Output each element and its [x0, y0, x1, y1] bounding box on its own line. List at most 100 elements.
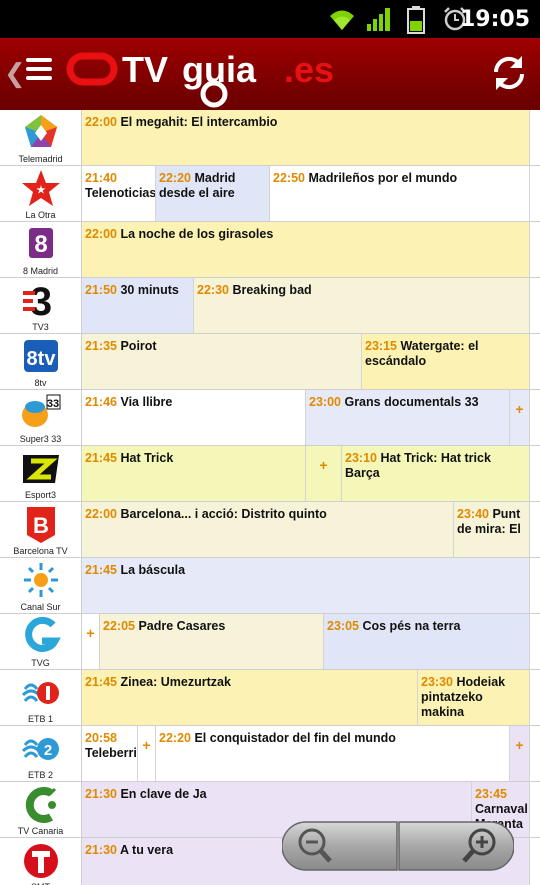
- program-cell[interactable]: 22:00 El megahit: El intercambio: [82, 110, 530, 165]
- channel-name: Super3 33: [19, 434, 62, 444]
- program-title: El megahit: El intercambio: [120, 115, 278, 129]
- program-cell[interactable]: 22:50 Madrileños por el mundo: [270, 166, 530, 221]
- program-time: 21:50: [85, 283, 117, 297]
- channel-logo-icon: [24, 844, 58, 878]
- program-cell[interactable]: 22:30 Breaking bad: [194, 278, 530, 333]
- channel-cell[interactable]: B Barcelona TV: [0, 502, 82, 557]
- svg-text:33: 33: [47, 398, 59, 410]
- program-time: 22:20: [159, 731, 191, 745]
- channel-cell[interactable]: SMT: [0, 838, 82, 885]
- program-time: 22:05: [103, 619, 135, 633]
- program-cell[interactable]: 22:05 Padre Casares: [100, 614, 324, 669]
- program-cell[interactable]: 22:20 El conquistador del fin del mundo: [156, 726, 510, 781]
- zoom-in-button[interactable]: [398, 821, 514, 871]
- zoom-control: [282, 821, 514, 871]
- back-icon[interactable]: ❮: [4, 58, 26, 89]
- program-time: 21:40: [85, 171, 117, 185]
- channel-cell[interactable]: 2 ETB 2: [0, 726, 82, 781]
- channel-cell[interactable]: 33 Super3 33: [0, 390, 82, 445]
- channel-cell[interactable]: 3 TV3: [0, 278, 82, 333]
- channel-logo-icon: [25, 115, 57, 147]
- channel-row: 33 Super3 33 21:46 Via llibre 23:00 Grans d…: [0, 390, 540, 446]
- channel-name: 8tv: [34, 378, 47, 388]
- battery-icon: [407, 6, 425, 34]
- program-time: 21:30: [85, 843, 117, 857]
- program-cell[interactable]: 23:05 Cos pés na terra: [324, 614, 530, 669]
- program-cell[interactable]: 20:58 Teleberri: [82, 726, 138, 781]
- program-cell[interactable]: 23:10 Hat Trick: Hat trick Barça: [342, 446, 530, 501]
- channel-cell[interactable]: Telemadrid: [0, 110, 82, 165]
- program-cell[interactable]: 21:45 La báscula: [82, 558, 530, 613]
- status-clock: 19:05: [459, 7, 530, 32]
- program-title: En clave de Ja: [120, 787, 207, 801]
- program-time: 22:50: [273, 171, 305, 185]
- more-programs-marker[interactable]: +: [82, 614, 100, 669]
- program-title: Madrileños por el mundo: [308, 171, 458, 185]
- channel-name: La Otra: [25, 210, 56, 220]
- program-title: Padre Casares: [138, 619, 226, 633]
- program-cell[interactable]: 21:45 Zinea: Umezurtzak: [82, 670, 418, 725]
- program-title: Cos pés na terra: [362, 619, 461, 633]
- program-title: La noche de los girasoles: [120, 227, 274, 241]
- channel-logo-icon: [25, 787, 57, 823]
- program-time: 21:45: [85, 675, 117, 689]
- program-title: La báscula: [120, 563, 186, 577]
- svg-text:B: B: [33, 513, 49, 538]
- channel-name: TV3: [32, 322, 49, 332]
- channel-row: ★ La Otra 21:40 Telenoticias 22:20 Madrid d…: [0, 166, 540, 222]
- program-cell[interactable]: 22:00 Barcelona... i acció: Distrito qui…: [82, 502, 454, 557]
- refresh-icon[interactable]: [488, 52, 530, 94]
- program-cell[interactable]: 23:30 Hodeiak pintatzeko makina: [418, 670, 530, 725]
- program-time: 22:00: [85, 227, 117, 241]
- channel-cell[interactable]: 8tv 8tv: [0, 334, 82, 389]
- program-cell[interactable]: 21:35 Poirot: [82, 334, 362, 389]
- menu-icon[interactable]: [26, 58, 52, 80]
- channel-name: ETB 1: [27, 714, 53, 724]
- program-title: El conquistador del fin del mundo: [194, 731, 396, 745]
- program-time: 22:30: [197, 283, 229, 297]
- program-time: 23:00: [309, 395, 341, 409]
- logo-text-tv: TV: [122, 49, 168, 90]
- channel-row: Telemadrid 22:00 El megahit: El intercamb…: [0, 110, 540, 166]
- channel-logo-icon: 2: [21, 738, 59, 760]
- svg-text:8: 8: [34, 231, 47, 258]
- signal-icon: [367, 8, 390, 31]
- channel-cell[interactable]: ETB 1: [0, 670, 82, 725]
- channel-cell[interactable]: TV Canaria: [0, 782, 82, 837]
- logo-text-es: .es: [284, 49, 334, 90]
- program-cell[interactable]: 22:00 La noche de los girasoles: [82, 222, 530, 277]
- channel-logo-icon: 8tv: [24, 340, 58, 372]
- zoom-out-button[interactable]: [282, 821, 398, 871]
- program-time: 22:00: [85, 507, 117, 521]
- program-cell[interactable]: 23:40 Punt de mira: El: [454, 502, 530, 557]
- channel-row: Canal Sur 21:45 La báscula: [0, 558, 540, 614]
- app-header: ❮ TV guia .es: [0, 38, 540, 110]
- program-cell[interactable]: 23:15 Watergate: el escándalo: [362, 334, 530, 389]
- more-programs-marker[interactable]: +: [510, 390, 530, 445]
- channel-cell[interactable]: Esport3: [0, 446, 82, 501]
- channel-logo-icon: [21, 682, 59, 704]
- program-cell[interactable]: 21:45 Hat Trick: [82, 446, 306, 501]
- wifi-icon: [330, 10, 354, 30]
- program-cell[interactable]: 21:50 30 minuts: [82, 278, 194, 333]
- channel-cell[interactable]: Canal Sur: [0, 558, 82, 613]
- more-programs-marker[interactable]: +: [306, 446, 342, 501]
- tv-guide-grid[interactable]: Telemadrid 22:00 El megahit: El intercamb…: [0, 110, 540, 885]
- channel-cell[interactable]: TVG: [0, 614, 82, 669]
- channel-cell[interactable]: ★ La Otra: [0, 166, 82, 221]
- program-time: 23:10: [345, 451, 377, 465]
- program-cell[interactable]: 22:20 Madrid desde el aire: [156, 166, 270, 221]
- channel-logo-icon: [23, 455, 59, 483]
- program-title: Zinea: Umezurtzak: [120, 675, 231, 689]
- program-title: Telenoticias: [85, 186, 156, 200]
- program-title: Breaking bad: [232, 283, 312, 297]
- program-cell[interactable]: 23:00 Grans documentals 33: [306, 390, 510, 445]
- channel-name: Barcelona TV: [13, 546, 68, 556]
- more-programs-marker[interactable]: +: [510, 726, 530, 781]
- more-programs-marker[interactable]: +: [138, 726, 156, 781]
- program-cell[interactable]: 21:46 Via llibre: [82, 390, 306, 445]
- program-time: 21:45: [85, 563, 117, 577]
- program-cell[interactable]: 21:40 Telenoticias: [82, 166, 156, 221]
- channel-name: ETB 2: [27, 770, 53, 780]
- channel-cell[interactable]: 8 8 Madrid: [0, 222, 82, 277]
